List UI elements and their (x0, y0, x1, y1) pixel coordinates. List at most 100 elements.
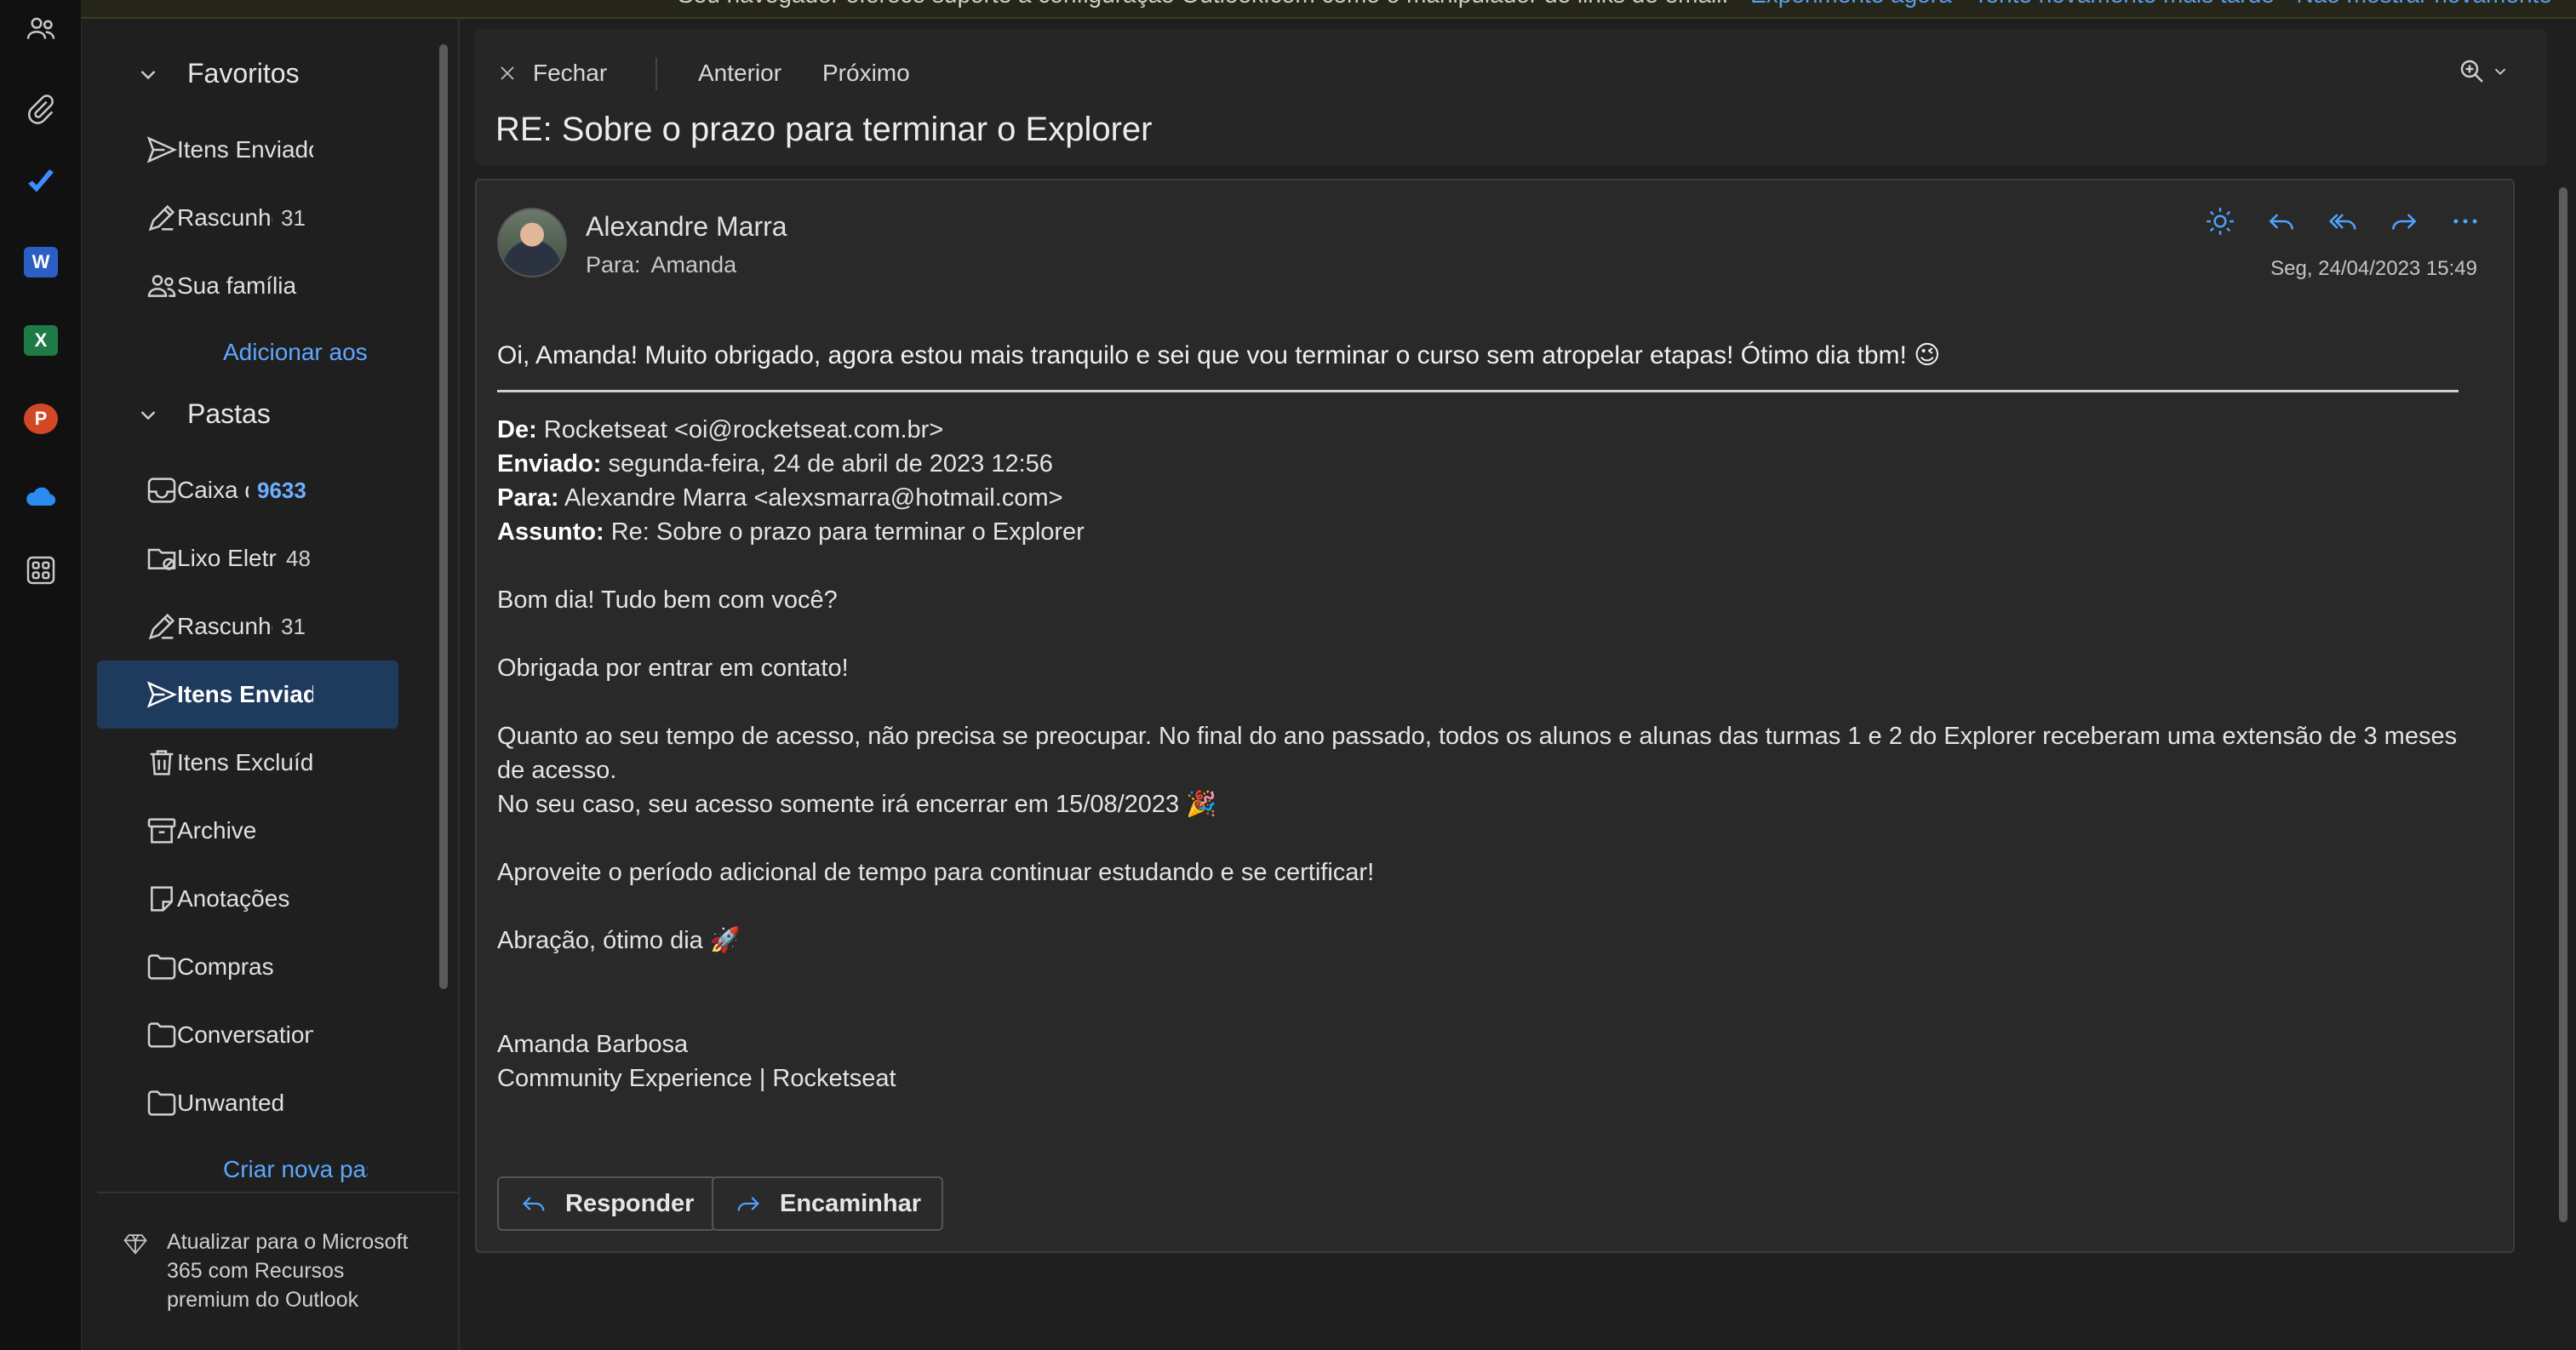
previous-button[interactable]: Anterior (698, 60, 781, 87)
more-actions-button[interactable] (2447, 203, 2484, 240)
add-favorite-link[interactable]: Adicionar aos favoritos (223, 339, 368, 366)
folder-pane-scrollbar[interactable] (439, 44, 448, 989)
folder-icon (147, 1022, 176, 1048)
favorites-title: Favoritos (187, 58, 300, 89)
folder-icon (147, 954, 176, 980)
more-icon (2453, 219, 2477, 224)
folder-item-notes[interactable]: Anotações (97, 865, 398, 933)
folder-count: 9633 (257, 477, 306, 503)
banner-message: Seu navegador oferece suporte à configur… (678, 0, 1728, 8)
powerpoint-button[interactable]: P (17, 395, 65, 443)
files-button[interactable] (17, 85, 65, 133)
favorite-item-sent[interactable]: Itens Enviados (97, 116, 398, 184)
reply-icon (523, 1197, 545, 1211)
folder-item-junk[interactable]: Lixo Eletrônico 48 (97, 524, 398, 592)
favorite-item-drafts[interactable]: Rascunhos 31 (97, 184, 398, 252)
favorite-label: Itens Enviados (177, 136, 313, 163)
todo-button[interactable] (17, 158, 65, 206)
junk-icon (147, 548, 176, 570)
more-apps-button[interactable] (17, 546, 65, 594)
favorite-label: Rascunhos (177, 204, 272, 231)
chevron-down-icon (140, 70, 156, 79)
to-value: Alexandre Marra <alexsmarra@hotmail.com> (564, 484, 1063, 512)
forward-action[interactable] (2385, 203, 2423, 240)
banner-link-dismiss[interactable]: Não mostrar novamente (2297, 0, 2552, 8)
reply-text: Oi, Amanda! Muito obrigado, agora estou … (497, 341, 1941, 369)
folder-item-deleted[interactable]: Itens Excluídos (97, 729, 398, 797)
pencil-icon (148, 204, 175, 232)
word-button[interactable]: W (17, 238, 65, 286)
quoted-advice: Aproveite o período adicional de tempo p… (497, 859, 1375, 886)
people-icon (147, 275, 176, 297)
forward-icon (737, 1197, 759, 1211)
folder-item-inbox[interactable]: Caixa de Entrada 9633 (97, 456, 398, 524)
quoted-paragraph: Quanto ao seu tempo de acesso, não preci… (497, 723, 2458, 784)
next-button[interactable]: Próximo (822, 60, 910, 87)
close-button[interactable]: Fechar (495, 60, 607, 87)
sender-name[interactable]: Alexandre Marra (586, 211, 787, 243)
close-label: Fechar (533, 60, 608, 86)
people-button[interactable] (17, 5, 65, 53)
folder-item-archive[interactable]: Archive (97, 797, 398, 865)
folder-item-conversation[interactable]: Conversation History (97, 1001, 398, 1069)
reply-button[interactable]: Responder (497, 1176, 717, 1231)
toolbar-divider (655, 58, 657, 90)
favorite-label: Sua família (177, 272, 297, 299)
excel-button[interactable]: X (17, 317, 65, 364)
subject-value: Re: Sobre o prazo para terminar o Explor… (610, 518, 1085, 546)
message-actions (2201, 203, 2484, 240)
folder-item-drafts[interactable]: Rascunhos 31 (97, 592, 398, 661)
upgrade-banner[interactable]: Atualizar para o Microsoft 365 com Recur… (97, 1192, 460, 1350)
from-label: De: (497, 416, 537, 443)
to-header-label: Para: (497, 484, 559, 512)
favorite-item-family[interactable]: Sua família (97, 252, 398, 320)
recipient-name[interactable]: Amanda (651, 252, 737, 277)
sent-value: segunda-feira, 24 de abril de 2023 12:56 (608, 450, 1053, 478)
forward-button[interactable]: Encaminhar (712, 1176, 943, 1231)
theme-toggle-button[interactable] (2201, 203, 2239, 240)
quoted-deadline: No seu caso, seu acesso somente irá ence… (497, 791, 1217, 818)
folder-label: Conversation History (177, 1021, 313, 1048)
reply-all-action[interactable] (2324, 203, 2361, 240)
folder-label: Caixa de Entrada (177, 477, 249, 503)
notification-banner: Seu navegador oferece suporte à configur… (82, 0, 2576, 19)
from-value: Rocketseat <oi@rocketseat.com.br> (543, 416, 944, 443)
signature-role: Community Experience | Rocketseat (497, 1065, 896, 1092)
folder-item-compras[interactable]: Compras (97, 933, 398, 1001)
zoom-button[interactable] (2457, 56, 2510, 87)
banner-link-later[interactable]: Tente novamente mais tarde (1973, 0, 2274, 8)
message-subject: RE: Sobre o prazo para terminar o Explor… (495, 111, 1153, 148)
banner-link-try[interactable]: Experimente agora (1750, 0, 1952, 8)
quoted-closing: Abração, ótimo dia 🚀 (497, 927, 741, 954)
folder-label: Archive (177, 817, 257, 844)
send-icon (146, 136, 178, 163)
diamond-icon (123, 1234, 147, 1255)
subject-label: Assunto: (497, 518, 604, 546)
app-rail: W X P (0, 0, 82, 1350)
attachment-icon (27, 94, 54, 124)
word-icon: W (24, 247, 58, 277)
sun-icon (2207, 208, 2234, 235)
reading-pane-header: Fechar Anterior Próximo RE: Sobre o praz… (475, 29, 2547, 165)
folders-header[interactable]: Pastas (133, 398, 271, 430)
folder-item-unwanted[interactable]: Unwanted (97, 1069, 398, 1137)
reply-icon (2269, 214, 2293, 230)
reading-pane-scrollbar[interactable] (2559, 187, 2567, 1222)
folder-count: 31 (281, 613, 306, 639)
signature-name: Amanda Barbosa (497, 1031, 689, 1058)
reply-action[interactable] (2263, 203, 2300, 240)
folder-pane: Favoritos Itens Enviados Rascunhos 31 Su… (82, 19, 460, 1350)
message-card: Alexandre Marra Para: Amanda Seg, 24/04/2… (475, 179, 2515, 1253)
todo-icon (28, 169, 54, 192)
quote-divider (497, 390, 2459, 392)
next-label: Próximo (822, 60, 910, 86)
folder-count: 48 (286, 545, 311, 571)
create-folder-link[interactable]: Criar nova pasta (223, 1156, 368, 1183)
onedrive-button[interactable] (17, 473, 65, 521)
folder-item-sent[interactable]: Itens Enviados (97, 661, 398, 729)
avatar[interactable] (497, 208, 567, 277)
folder-label: Anotações (177, 885, 290, 912)
favorites-header[interactable]: Favoritos (133, 58, 300, 89)
note-icon (151, 886, 173, 912)
reply-button-label: Responder (565, 1189, 695, 1217)
